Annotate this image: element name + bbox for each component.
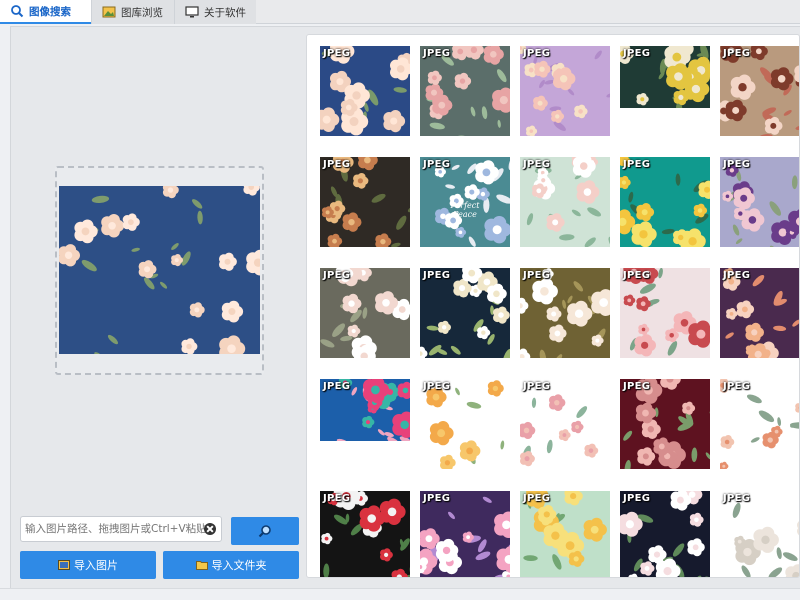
result-thumbnail[interactable]: JPEG: [420, 491, 510, 577]
thumbnail-image: [520, 491, 610, 577]
import-image-label: 导入图片: [74, 559, 118, 572]
result-thumbnail[interactable]: JPEG: [520, 491, 610, 577]
thumbnail-image: [720, 491, 799, 577]
thumbnail-image: [720, 379, 799, 469]
result-thumbnail[interactable]: JPEG: [720, 491, 799, 577]
thumbnail-image: [520, 268, 610, 358]
format-badge: JPEG: [423, 270, 451, 281]
format-badge: JPEG: [323, 159, 351, 170]
tab-image-search[interactable]: 图像搜索: [0, 0, 91, 24]
format-badge: JPEG: [323, 493, 351, 504]
result-thumbnail[interactable]: JPEG: [320, 379, 410, 441]
format-badge: JPEG: [423, 159, 451, 170]
result-thumbnail[interactable]: JPEG: [620, 268, 710, 358]
picture-icon: [102, 6, 116, 18]
thumbnail-image: [620, 379, 710, 469]
format-badge: JPEG: [423, 493, 451, 504]
format-badge: JPEG: [523, 159, 551, 170]
path-input-box: [20, 516, 222, 542]
format-badge: JPEG: [623, 381, 651, 392]
result-thumbnail[interactable]: JPEG: [420, 268, 510, 358]
image-path-input[interactable]: [25, 517, 205, 541]
result-thumbnail[interactable]: JPEG: [320, 157, 410, 247]
format-badge: JPEG: [523, 48, 551, 59]
thumbnail-image: [320, 46, 410, 136]
result-thumbnail[interactable]: JPEG: [720, 46, 799, 136]
thumbnail-image: [620, 491, 710, 577]
format-badge: JPEG: [323, 270, 351, 281]
thumbnail-image: [420, 46, 510, 136]
format-badge: JPEG: [623, 159, 651, 170]
thumbnail-image: [520, 379, 610, 469]
result-thumbnail[interactable]: JPEG: [620, 491, 710, 577]
format-badge: JPEG: [623, 48, 651, 59]
thumbnail-image: [320, 157, 410, 247]
result-thumbnail[interactable]: JPEG: [620, 46, 710, 108]
thumbnail-image: [720, 268, 799, 358]
result-thumbnail[interactable]: JPEG: [320, 491, 410, 577]
folder-icon: [195, 561, 208, 570]
thumbnail-image: [520, 46, 610, 136]
format-badge: JPEG: [723, 270, 751, 281]
result-thumbnail[interactable]: Perfect Peace JPEG: [420, 157, 510, 247]
format-badge: JPEG: [323, 48, 351, 59]
thumbnail-image: [620, 268, 710, 358]
result-thumbnail[interactable]: JPEG: [720, 379, 799, 469]
tab-bar: 图像搜索 图库浏览 关于软件: [0, 0, 800, 24]
result-thumbnail[interactable]: JPEG: [520, 268, 610, 358]
tab-label: 图库浏览: [121, 6, 163, 19]
result-thumbnail[interactable]: JPEG: [520, 46, 610, 136]
result-thumbnail[interactable]: JPEG: [620, 379, 710, 469]
floral-preview-image: [58, 178, 272, 362]
import-image-button[interactable]: 导入图片: [20, 551, 156, 579]
format-badge: JPEG: [723, 381, 751, 392]
thumbnail-caption: Perfect Peace: [450, 201, 480, 219]
magnifier-icon: [11, 5, 24, 18]
result-thumbnail[interactable]: JPEG: [720, 268, 799, 358]
result-thumbnail[interactable]: JPEG: [520, 157, 610, 247]
result-thumbnail[interactable]: JPEG: [420, 379, 510, 469]
result-thumbnail[interactable]: JPEG: [720, 157, 799, 247]
format-badge: JPEG: [623, 493, 651, 504]
format-badge: JPEG: [323, 381, 351, 392]
result-thumbnail[interactable]: JPEG: [320, 46, 410, 136]
format-badge: JPEG: [723, 48, 751, 59]
monitor-icon: [185, 6, 199, 18]
tab-label: 图像搜索: [29, 5, 71, 18]
import-folder-button[interactable]: 导入文件夹: [163, 551, 299, 579]
format-badge: JPEG: [723, 159, 751, 170]
status-bar: [0, 588, 800, 600]
search-button[interactable]: [231, 517, 299, 545]
format-badge: JPEG: [523, 493, 551, 504]
format-badge: JPEG: [723, 493, 751, 504]
search-results-grid: JPEG JPEG JPEG JPEG JPEG JPEG Perfect Peace JPE…: [306, 34, 800, 578]
clear-input-icon[interactable]: [204, 523, 216, 535]
thumbnail-image: [420, 491, 510, 577]
result-thumbnail[interactable]: JPEG: [320, 268, 410, 358]
thumbnail-image: [320, 268, 410, 358]
format-badge: JPEG: [523, 270, 551, 281]
tab-gallery-browse[interactable]: 图库浏览: [91, 0, 174, 24]
format-badge: JPEG: [523, 381, 551, 392]
result-thumbnail[interactable]: JPEG: [520, 379, 610, 469]
thumbnail-image: [420, 379, 510, 469]
tab-label: 关于软件: [204, 6, 246, 19]
search-icon: [258, 525, 271, 538]
import-folder-label: 导入文件夹: [211, 559, 267, 572]
tab-about[interactable]: 关于软件: [174, 0, 256, 24]
format-badge: JPEG: [623, 270, 651, 281]
thumbnail-image: [420, 268, 510, 358]
image-file-icon: [58, 560, 70, 570]
thumbnail-image: [520, 157, 610, 247]
thumbnail-image: [720, 157, 799, 247]
thumbnail-image: [320, 491, 410, 577]
query-image-preview: [58, 178, 272, 362]
thumbnail-image: [620, 157, 710, 247]
thumbnail-image: [720, 46, 799, 136]
format-badge: JPEG: [423, 381, 451, 392]
result-thumbnail[interactable]: JPEG: [620, 157, 710, 247]
format-badge: JPEG: [423, 48, 451, 59]
result-thumbnail[interactable]: JPEG: [420, 46, 510, 136]
